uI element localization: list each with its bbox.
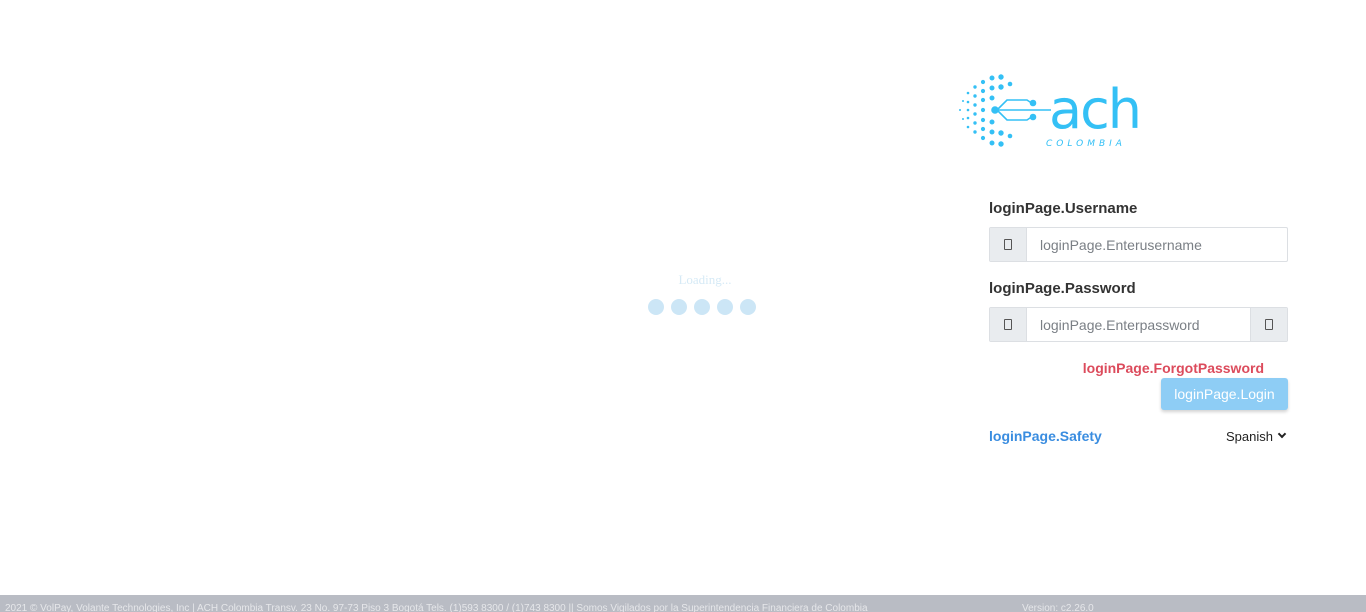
login-page: Loading... ach COLOMBIA loginPage.Userna…	[0, 0, 1366, 612]
lock-icon	[990, 308, 1027, 341]
loading-text: Loading...	[678, 272, 732, 287]
loading-dots	[634, 299, 770, 315]
loading-dot	[648, 299, 664, 315]
loading-dot	[671, 299, 687, 315]
password-input-group	[989, 307, 1288, 342]
chevron-down-icon	[1277, 429, 1287, 439]
login-form: loginPage.Username loginPage.Password lo…	[989, 199, 1289, 444]
logo-subtitle: COLOMBIA	[1046, 139, 1126, 149]
show-password-icon[interactable]	[1250, 308, 1287, 341]
logo-wordmark: ach	[1049, 78, 1140, 141]
loading-dot	[740, 299, 756, 315]
forgot-password-link[interactable]: loginPage.ForgotPassword	[989, 360, 1289, 376]
username-label: loginPage.Username	[989, 200, 1138, 217]
footer-version: Version: c2.26.0	[1022, 603, 1094, 612]
password-label: loginPage.Password	[989, 280, 1136, 297]
login-button[interactable]: loginPage.Login	[1161, 378, 1288, 410]
footer: 2021 © VolPay, Volante Technologies, Inc…	[0, 595, 1366, 612]
username-input-group	[989, 227, 1288, 262]
loading-dot	[717, 299, 733, 315]
loading-dot	[694, 299, 710, 315]
username-input[interactable]	[1027, 228, 1287, 261]
language-select[interactable]: Spanish	[1226, 428, 1287, 444]
safety-link[interactable]: loginPage.Safety	[989, 428, 1102, 444]
footer-text: 2021 © VolPay, Volante Technologies, Inc…	[5, 603, 868, 612]
ach-colombia-logo: ach COLOMBIA	[957, 70, 1157, 152]
loading-indicator: Loading...	[640, 272, 770, 315]
password-input[interactable]	[1027, 308, 1250, 341]
user-icon	[990, 228, 1027, 261]
language-value: Spanish	[1226, 428, 1273, 444]
logo-graphic: ach COLOMBIA	[959, 74, 1142, 149]
